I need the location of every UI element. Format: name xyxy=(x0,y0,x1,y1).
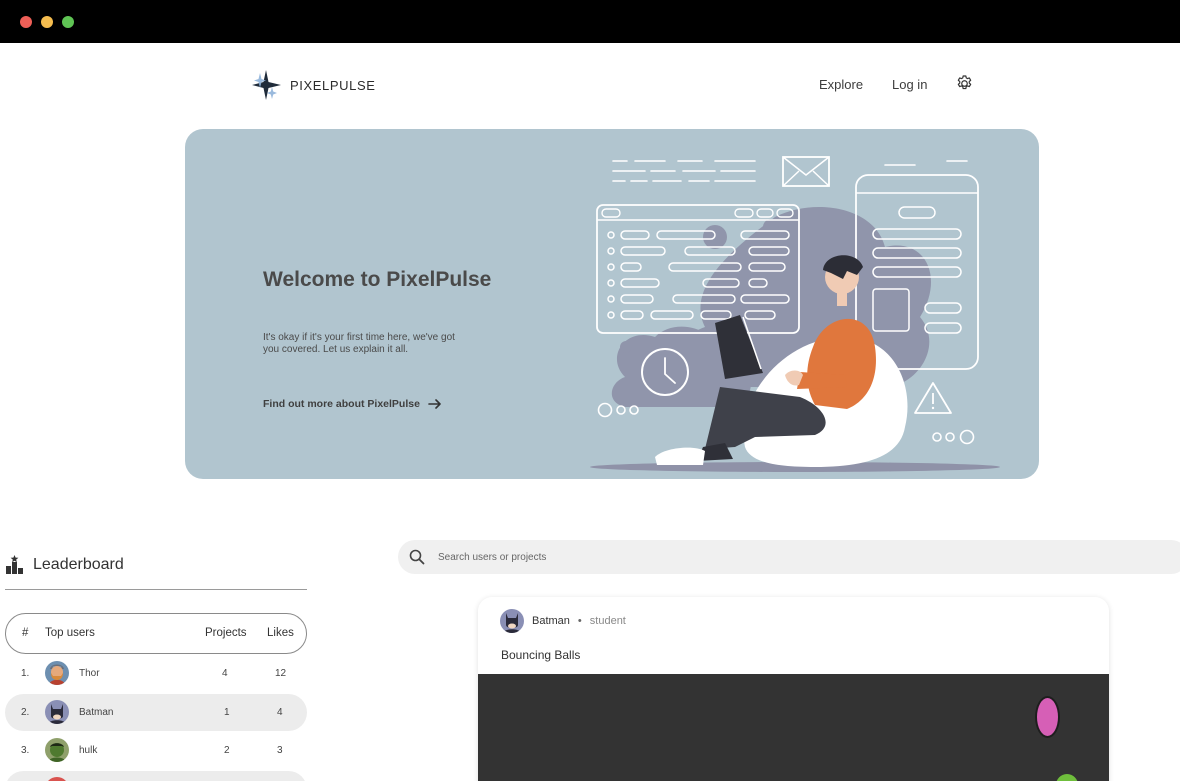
row-username[interactable]: Thor xyxy=(79,668,100,679)
separator-dot: • xyxy=(577,615,582,627)
gear-icon[interactable] xyxy=(955,74,974,93)
column-projects: Projects xyxy=(205,627,247,639)
hero-description: It's okay if it's your first time here, … xyxy=(263,332,455,355)
arrow-right-icon xyxy=(428,399,441,409)
row-username[interactable]: hulk xyxy=(79,745,97,756)
leaderboard-row[interactable]: 1. Thor 4 12 xyxy=(5,655,307,692)
avatar xyxy=(45,700,69,724)
sparkle-logo-icon xyxy=(252,70,281,100)
avatar xyxy=(45,661,69,685)
nav-login-link[interactable]: Log in xyxy=(892,77,927,92)
column-rank: # xyxy=(22,627,29,639)
row-projects: 2 xyxy=(224,745,230,756)
column-likes: Likes xyxy=(267,627,294,639)
row-projects: 1 xyxy=(224,707,230,718)
avatar xyxy=(500,609,524,633)
hero-illustration xyxy=(590,156,1000,472)
maximize-window-button[interactable] xyxy=(62,16,74,28)
avatar xyxy=(45,738,69,762)
author-role: student xyxy=(589,615,626,627)
hero-learn-more-link[interactable]: Find out more about PixelPulse xyxy=(263,398,442,410)
row-rank: 1. xyxy=(21,668,30,679)
search-bar[interactable] xyxy=(398,540,1180,574)
close-window-button[interactable] xyxy=(20,16,32,28)
row-rank: 3. xyxy=(21,745,30,756)
hero-banner: Welcome to PixelPulse It's okay if it's … xyxy=(185,129,1039,479)
project-card[interactable]: Batman • student Bouncing Balls xyxy=(478,597,1109,781)
pink-ball xyxy=(1035,696,1060,738)
row-likes: 12 xyxy=(275,668,287,679)
nav-explore-link[interactable]: Explore xyxy=(819,77,863,92)
row-likes: 3 xyxy=(277,745,283,756)
search-input[interactable] xyxy=(438,549,1038,565)
row-rank: 2. xyxy=(21,707,30,718)
brand-name: PIXELPULSE xyxy=(290,77,376,93)
minimize-window-button[interactable] xyxy=(41,16,53,28)
leaderboard-divider xyxy=(5,589,307,590)
row-username[interactable]: Batman xyxy=(79,707,113,718)
row-likes: 4 xyxy=(277,707,283,718)
leaderboard-table-header: # Top users Projects Likes xyxy=(5,613,307,654)
hero-link-label: Find out more about PixelPulse xyxy=(263,398,420,410)
row-projects: 4 xyxy=(222,668,228,679)
window-titlebar xyxy=(0,0,1180,43)
leaderboard-title: Leaderboard xyxy=(33,555,124,573)
green-ball xyxy=(1056,774,1078,781)
project-author[interactable]: Batman • student xyxy=(500,609,626,633)
hero-title: Welcome to PixelPulse xyxy=(263,268,492,291)
project-title[interactable]: Bouncing Balls xyxy=(501,648,580,662)
author-name[interactable]: Batman xyxy=(532,615,570,627)
leaderboard-row[interactable]: 2. Batman 1 4 xyxy=(5,694,307,731)
leaderboard-row[interactable] xyxy=(5,771,307,781)
leaderboard-heading: Leaderboard xyxy=(5,555,124,574)
project-preview-canvas[interactable] xyxy=(478,674,1109,781)
leaderboard-row[interactable]: 3. hulk 2 3 xyxy=(5,732,307,769)
podium-icon xyxy=(6,555,23,574)
brand-logo[interactable]: PIXELPULSE xyxy=(252,69,376,101)
avatar xyxy=(45,777,69,781)
column-top-users: Top users xyxy=(45,627,95,639)
search-icon xyxy=(409,549,425,565)
